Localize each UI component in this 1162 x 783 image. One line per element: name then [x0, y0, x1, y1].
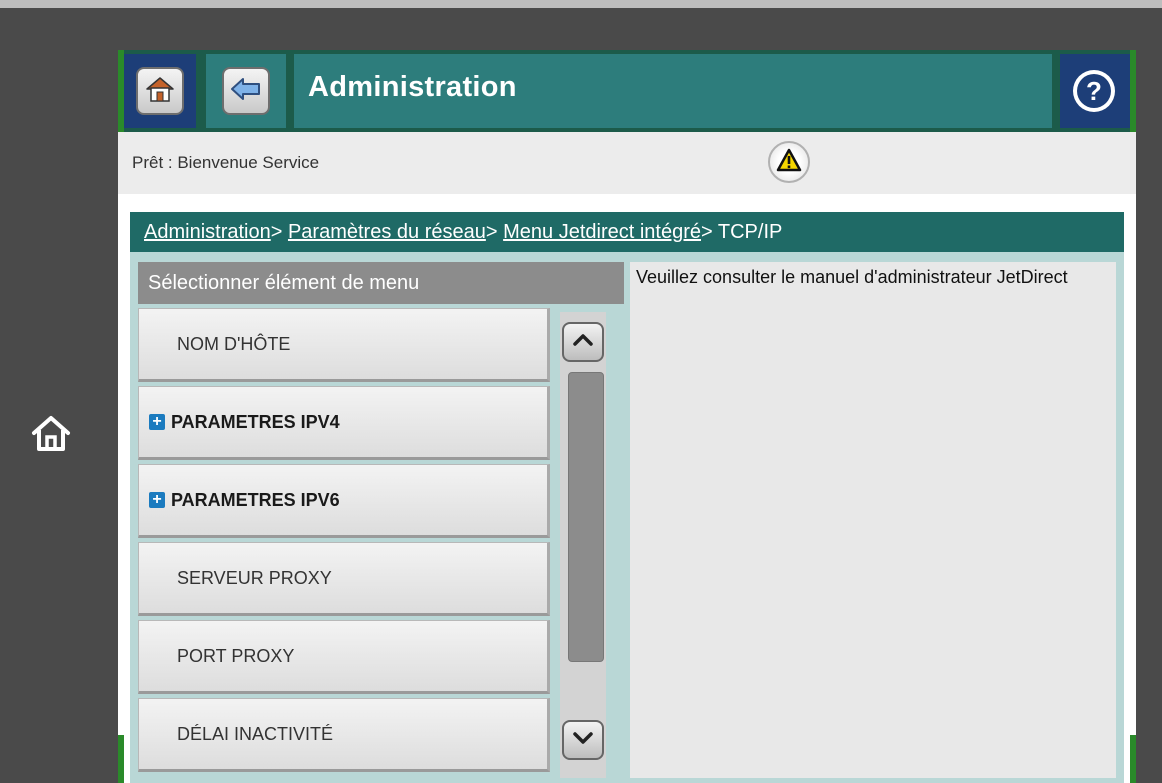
home-button[interactable]: [136, 67, 184, 115]
warning-button[interactable]: [768, 141, 810, 183]
menu-item-proxy-server[interactable]: SERVEUR PROXY: [138, 542, 550, 616]
breadcrumb: Administration> Paramètres du réseau> Me…: [130, 212, 1124, 252]
menu-item-idle-timeout[interactable]: DÉLAI INACTIVITÉ: [138, 698, 550, 772]
breadcrumb-separator: >: [270, 221, 283, 243]
frame-edge: [1130, 735, 1136, 783]
back-button[interactable]: [222, 67, 270, 115]
menu-item-label: PARAMETRES IPV4: [171, 411, 340, 432]
scroll-down-button[interactable]: [562, 720, 604, 760]
help-icon: ?: [1077, 74, 1111, 108]
frame-edge: [1130, 50, 1136, 132]
chevron-up-icon: [572, 333, 594, 352]
menu-item-label: PORT PROXY: [177, 645, 295, 666]
chevron-down-icon: [572, 731, 594, 750]
back-arrow-icon: [230, 77, 262, 106]
expand-plus-icon: +: [149, 414, 165, 430]
menu-item-label: PARAMETRES IPV6: [171, 489, 340, 510]
menu-item-label: DÉLAI INACTIVITÉ: [177, 723, 334, 744]
side-home-icon[interactable]: [30, 413, 72, 455]
list-header: Sélectionner élément de menu: [138, 262, 624, 304]
menu-item-label: NOM D'HÔTE: [177, 333, 291, 354]
scroll-up-button[interactable]: [562, 322, 604, 362]
scrollbar-thumb[interactable]: [568, 372, 604, 662]
help-button[interactable]: ?: [1073, 70, 1115, 112]
info-text: Veuillez consulter le manuel d'administr…: [636, 267, 1068, 287]
top-border: [0, 0, 1162, 8]
home-tile: [124, 54, 196, 128]
menu-item-hostname[interactable]: NOM D'HÔTE: [138, 308, 550, 382]
expand-plus-icon: +: [149, 492, 165, 508]
header-bar: Administration ?: [118, 50, 1136, 132]
breadcrumb-link-administration[interactable]: Administration: [144, 221, 271, 243]
back-tile: [206, 54, 286, 128]
breadcrumb-link-network-settings[interactable]: Paramètres du réseau: [288, 221, 486, 243]
status-text: Prêt : Bienvenue Service: [132, 153, 320, 172]
menu-item-proxy-port[interactable]: PORT PROXY: [138, 620, 550, 694]
content-panel: Administration> Paramètres du réseau> Me…: [130, 212, 1124, 783]
frame-edge: [118, 50, 124, 132]
breadcrumb-separator: >: [485, 221, 498, 243]
menu-item-ipv6-settings[interactable]: + PARAMETRES IPV6: [138, 464, 550, 538]
breadcrumb-link-jetdirect-menu[interactable]: Menu Jetdirect intégré: [503, 221, 701, 243]
title-tile: Administration: [294, 54, 1052, 128]
home-icon: [145, 75, 175, 108]
printer-screen: Administration ? Prêt : Bienvenue Servic…: [118, 50, 1136, 783]
warning-icon: [776, 148, 802, 177]
info-panel: Veuillez consulter le manuel d'administr…: [630, 262, 1116, 778]
menu-item-label: SERVEUR PROXY: [177, 567, 332, 588]
status-bar: Prêt : Bienvenue Service: [118, 132, 1136, 194]
breadcrumb-current: TCP/IP: [717, 221, 783, 243]
frame-edge: [118, 735, 124, 783]
menu-item-ipv4-settings[interactable]: + PARAMETRES IPV4: [138, 386, 550, 460]
breadcrumb-separator: >: [701, 221, 713, 243]
help-tile: ?: [1060, 54, 1130, 128]
page-title: Administration: [308, 71, 517, 103]
